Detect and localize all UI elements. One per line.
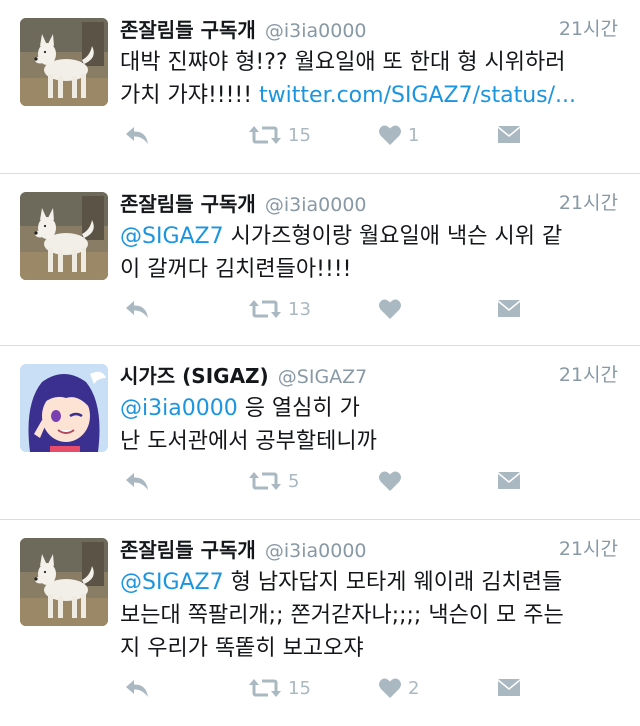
retweet-icon xyxy=(248,677,282,699)
reply-button[interactable] xyxy=(124,677,150,699)
tweet-text-segment: 가치 가쟈!!!!! xyxy=(120,83,260,108)
tweet-header: 시가즈 (SIGAZ) @SIGAZ7 21시간 xyxy=(120,360,618,390)
retweet-button[interactable]: 13 xyxy=(248,298,311,320)
retweet-button[interactable]: 15 xyxy=(248,124,311,146)
tweet-text-segment: 응 열심히 가 xyxy=(237,396,360,421)
tweet-text-line: 난 도서관에서 공부할테니까 xyxy=(120,425,618,458)
display-name[interactable]: 존잘림들 구독개 xyxy=(120,538,256,562)
timestamp[interactable]: 21시간 xyxy=(559,14,618,41)
tweet-header: 존잘림들 구독개 @i3ia0000 21시간 xyxy=(120,534,618,564)
tweet-text-line: 지 우리가 똑똩히 보고오쟈 xyxy=(120,632,618,665)
reply-button[interactable] xyxy=(124,298,150,320)
tweet-text: @SIGAZ7 시가즈형이랑 월요일애 낵슨 시위 같이 갈꺼다 김치련들아!!… xyxy=(120,220,618,286)
dog-avatar[interactable] xyxy=(20,18,108,106)
heart-icon xyxy=(378,124,402,146)
tweet-actions: 13 xyxy=(120,286,618,338)
mention-link[interactable]: @SIGAZ7 xyxy=(120,224,224,249)
reply-icon xyxy=(124,470,150,492)
retweet-icon xyxy=(248,470,282,492)
retweet-count: 5 xyxy=(288,470,300,492)
reply-icon xyxy=(124,298,150,320)
like-button[interactable]: 1 xyxy=(378,124,419,146)
dog-avatar[interactable] xyxy=(20,192,108,280)
timestamp[interactable]: 21시간 xyxy=(559,360,618,387)
tweet-text: @SIGAZ7 형 남자답지 모타게 웨이래 김치련들보는대 쪽팔리개;; 쫀거… xyxy=(120,566,618,665)
tweet-text-segment: 난 도서관에서 공부할테니까 xyxy=(120,429,377,454)
tweet-actions: 15 2 xyxy=(120,665,618,717)
tweet-text-segment: 보는대 쪽팔리개;; 쫀거갇자나;;;; 낵슨이 모 주는 xyxy=(120,603,564,628)
envelope-icon xyxy=(496,298,522,320)
user-handle[interactable]: @i3ia0000 xyxy=(265,540,367,562)
tweet-header: 존잘림들 구독개 @i3ia0000 21시간 xyxy=(120,188,618,218)
dog-avatar[interactable] xyxy=(20,538,108,626)
tweet-header: 존잘림들 구독개 @i3ia0000 21시간 xyxy=(120,14,618,44)
like-count: 2 xyxy=(408,677,420,699)
reply-icon xyxy=(124,124,150,146)
tweet-text-segment: 지 우리가 똑똩히 보고오쟈 xyxy=(120,636,364,661)
timestamp[interactable]: 21시간 xyxy=(559,188,618,215)
retweet-button[interactable]: 15 xyxy=(248,677,311,699)
retweet-icon xyxy=(248,298,282,320)
display-name[interactable]: 시가즈 (SIGAZ) xyxy=(120,364,269,388)
mention-link[interactable]: @i3ia0000 xyxy=(120,396,238,421)
like-button[interactable] xyxy=(378,470,408,492)
heart-icon xyxy=(378,298,402,320)
tweet-actions: 5 xyxy=(120,458,618,510)
anime-girl-avatar[interactable] xyxy=(20,364,108,452)
tweet-text-line: @SIGAZ7 형 남자답지 모타게 웨이래 김치련들 xyxy=(120,566,618,599)
direct-message-button[interactable] xyxy=(496,124,522,146)
retweet-count: 15 xyxy=(288,124,311,146)
url-link[interactable]: twitter.com/SIGAZ7/status/... xyxy=(259,83,576,108)
tweet[interactable]: 시가즈 (SIGAZ) @SIGAZ7 21시간 @i3ia0000 응 열심히… xyxy=(0,346,640,520)
user-handle[interactable]: @SIGAZ7 xyxy=(278,366,368,388)
tweet[interactable]: 존잘림들 구독개 @i3ia0000 21시간 @SIGAZ7 시가즈형이랑 월… xyxy=(0,174,640,346)
tweet-text-segment: 시가즈형이랑 월요일애 낵슨 시위 같 xyxy=(223,224,563,249)
tweet-text: 대박 진쨔야 형!?? 월요일애 또 한대 형 시위하러가치 가쟈!!!!! t… xyxy=(120,46,618,112)
reply-button[interactable] xyxy=(124,124,150,146)
retweet-count: 15 xyxy=(288,677,311,699)
direct-message-button[interactable] xyxy=(496,470,522,492)
like-button[interactable]: 2 xyxy=(378,677,419,699)
tweet[interactable]: 존잘림들 구독개 @i3ia0000 21시간 @SIGAZ7 형 남자답지 모… xyxy=(0,520,640,726)
tweet-text-line: 대박 진쨔야 형!?? 월요일애 또 한대 형 시위하러 xyxy=(120,46,618,79)
tweet-text-line: 보는대 쪽팔리개;; 쫀거갇자나;;;; 낵슨이 모 주는 xyxy=(120,599,618,632)
heart-icon xyxy=(378,677,402,699)
mention-link[interactable]: @SIGAZ7 xyxy=(120,570,224,595)
tweet-text-segment: 대박 진쨔야 형!?? 월요일애 또 한대 형 시위하러 xyxy=(120,50,566,75)
tweet-text-line: 가치 가쟈!!!!! twitter.com/SIGAZ7/status/... xyxy=(120,79,618,112)
tweet-text-line: @SIGAZ7 시가즈형이랑 월요일애 낵슨 시위 같 xyxy=(120,220,618,253)
retweet-icon xyxy=(248,124,282,146)
tweet-feed: 존잘림들 구독개 @i3ia0000 21시간 대박 진쨔야 형!?? 월요일애… xyxy=(0,0,640,726)
tweet-text: @i3ia0000 응 열심히 가난 도서관에서 공부할테니까 xyxy=(120,392,618,458)
user-handle[interactable]: @i3ia0000 xyxy=(265,20,367,42)
tweet-text-segment: 이 갈꺼다 김치련들아!!!! xyxy=(120,257,352,282)
tweet-text-line: 이 갈꺼다 김치련들아!!!! xyxy=(120,253,618,286)
tweet[interactable]: 존잘림들 구독개 @i3ia0000 21시간 대박 진쨔야 형!?? 월요일애… xyxy=(0,0,640,174)
retweet-count: 13 xyxy=(288,298,311,320)
user-handle[interactable]: @i3ia0000 xyxy=(265,194,367,216)
tweet-text-line: @i3ia0000 응 열심히 가 xyxy=(120,392,618,425)
direct-message-button[interactable] xyxy=(496,298,522,320)
like-button[interactable] xyxy=(378,298,408,320)
reply-button[interactable] xyxy=(124,470,150,492)
display-name[interactable]: 존잘림들 구독개 xyxy=(120,192,256,216)
timestamp[interactable]: 21시간 xyxy=(559,534,618,561)
reply-icon xyxy=(124,677,150,699)
retweet-button[interactable]: 5 xyxy=(248,470,299,492)
display-name[interactable]: 존잘림들 구독개 xyxy=(120,18,256,42)
direct-message-button[interactable] xyxy=(496,677,522,699)
envelope-icon xyxy=(496,677,522,699)
like-count: 1 xyxy=(408,124,420,146)
heart-icon xyxy=(378,470,402,492)
envelope-icon xyxy=(496,470,522,492)
tweet-actions: 15 1 xyxy=(120,112,618,164)
tweet-text-segment: 형 남자답지 모타게 웨이래 김치련들 xyxy=(223,570,563,595)
envelope-icon xyxy=(496,124,522,146)
